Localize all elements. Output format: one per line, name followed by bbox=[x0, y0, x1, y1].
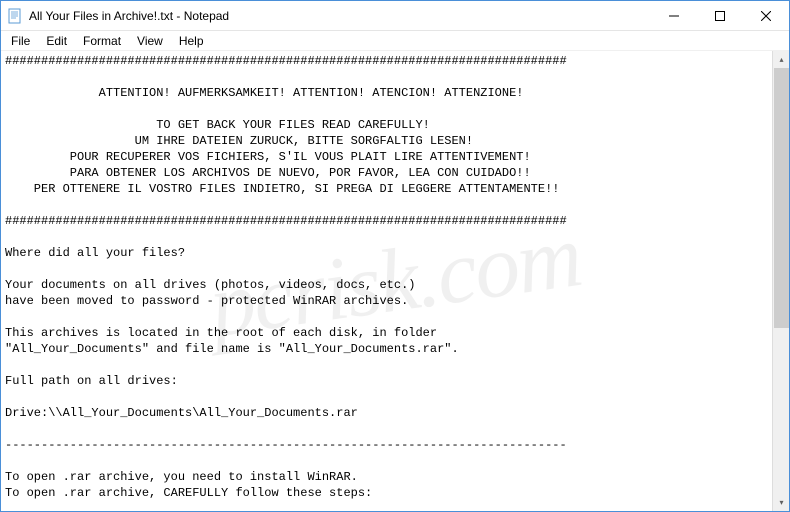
titlebar: All Your Files in Archive!.txt - Notepad bbox=[1, 1, 789, 31]
vertical-scrollbar[interactable]: ▴ ▾ bbox=[772, 51, 789, 511]
notepad-icon bbox=[7, 8, 23, 24]
menu-help[interactable]: Help bbox=[171, 32, 212, 50]
maximize-button[interactable] bbox=[697, 1, 743, 30]
content-area: ########################################… bbox=[1, 51, 789, 511]
menu-view[interactable]: View bbox=[129, 32, 171, 50]
menu-edit[interactable]: Edit bbox=[38, 32, 75, 50]
window-title: All Your Files in Archive!.txt - Notepad bbox=[29, 9, 651, 23]
window-controls bbox=[651, 1, 789, 30]
menu-file[interactable]: File bbox=[3, 32, 38, 50]
close-button[interactable] bbox=[743, 1, 789, 30]
menu-format[interactable]: Format bbox=[75, 32, 129, 50]
menubar: File Edit Format View Help bbox=[1, 31, 789, 51]
scrollbar-thumb[interactable] bbox=[774, 68, 789, 328]
scroll-up-arrow[interactable]: ▴ bbox=[773, 51, 789, 68]
text-editor[interactable]: ########################################… bbox=[1, 51, 789, 511]
scroll-down-arrow[interactable]: ▾ bbox=[773, 494, 789, 511]
minimize-button[interactable] bbox=[651, 1, 697, 30]
